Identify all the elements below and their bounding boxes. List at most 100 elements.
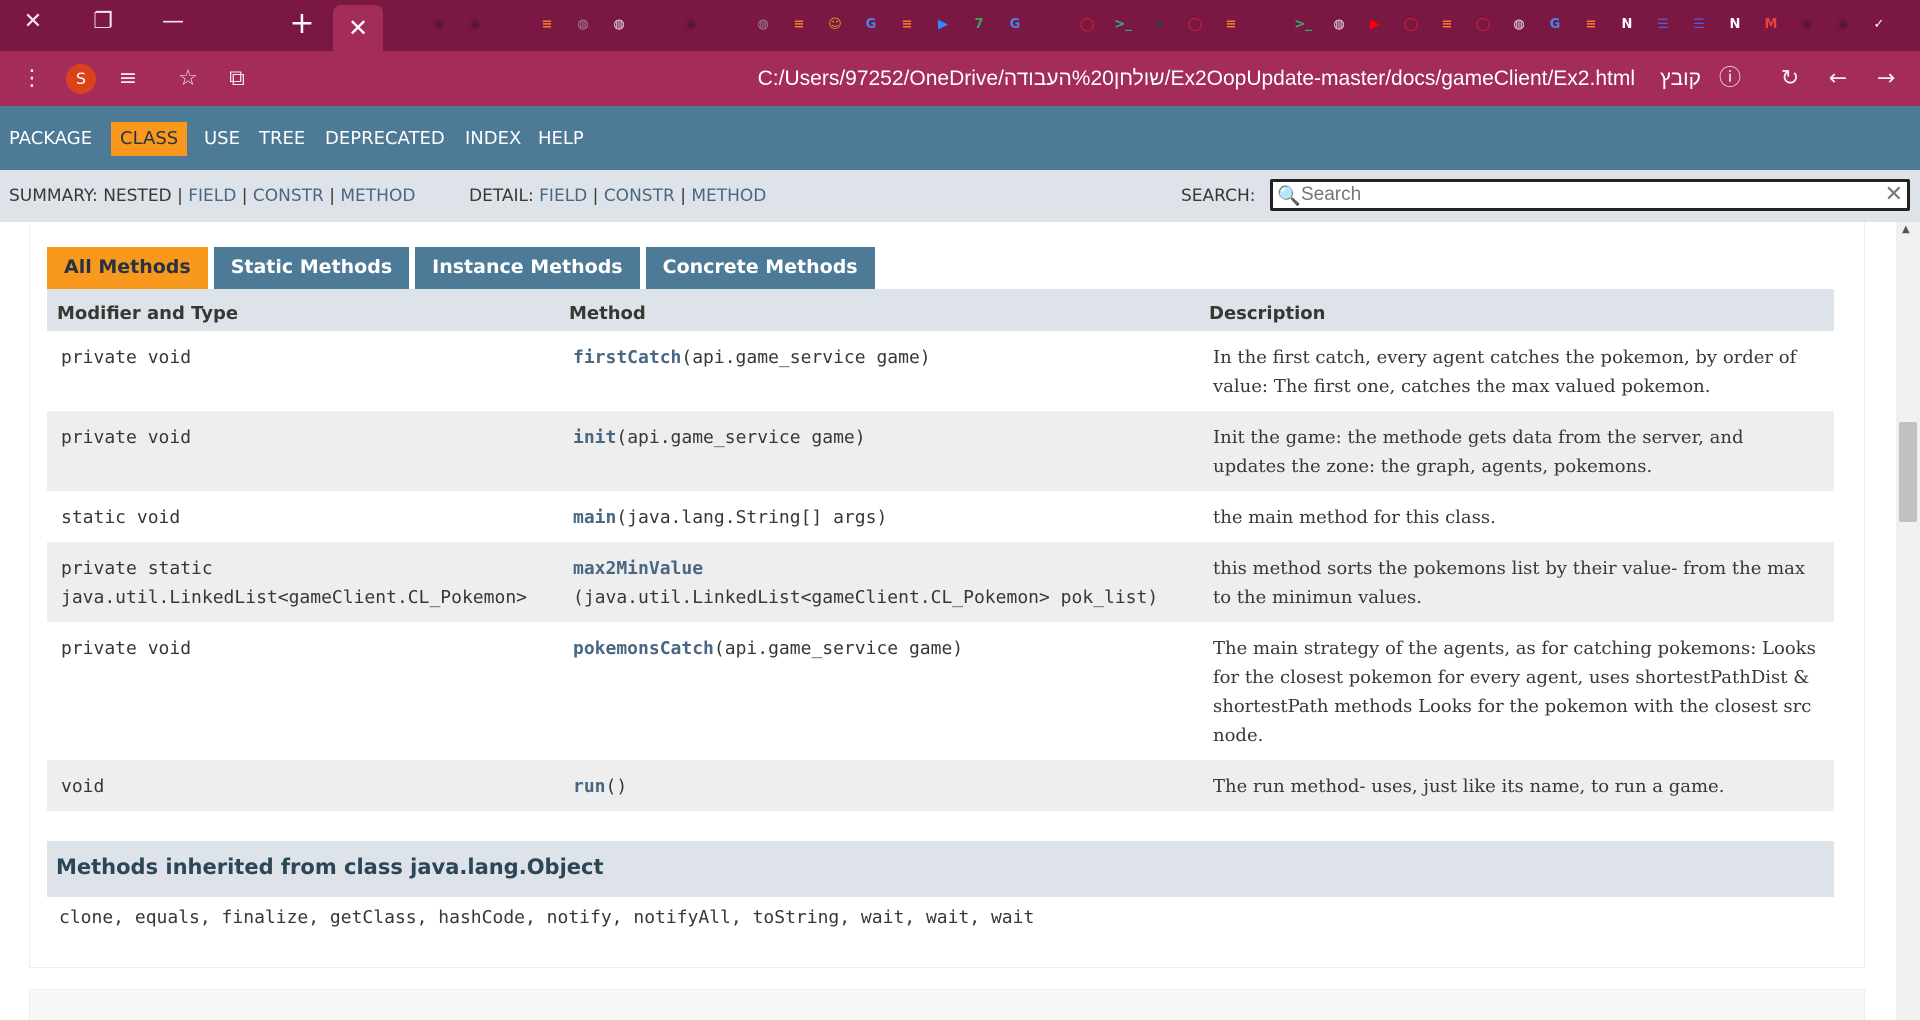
reload-icon[interactable]: ↻ [1772,61,1808,97]
globe-icon[interactable]: ◍ [1506,12,1532,38]
globe-icon[interactable]: ◍ [570,12,596,38]
globe-icon[interactable]: ◍ [1326,12,1352,38]
gmail-icon[interactable]: M [1758,12,1784,38]
github-icon[interactable]: ◉ [678,12,704,38]
google-icon[interactable]: G [858,12,884,38]
method-link[interactable]: pokemonsCatch [573,638,714,659]
new-tab-button[interactable]: + [282,4,322,44]
menu-icon[interactable]: ⋮ [14,61,50,97]
github-icon[interactable]: ◉ [1830,12,1856,38]
loading-icon[interactable]: ↻ [714,12,740,38]
notion-icon[interactable]: N [1722,12,1748,38]
detail-links: DETAIL: FIELD | CONSTR | METHOD [469,186,766,206]
close-window-icon[interactable]: ✕ [0,0,66,44]
nav-tree[interactable]: TREE [259,122,305,156]
col-header-modifier: Modifier and Type [47,289,559,331]
method-link[interactable]: init [573,427,616,448]
avatar[interactable]: S [66,64,96,94]
stackoverflow-icon[interactable]: ≡ [1218,12,1244,38]
tab-concrete-methods[interactable]: Concrete Methods [645,247,875,289]
nav-use[interactable]: USE [204,122,240,156]
bookmark-star-icon[interactable]: ☆ [170,61,206,97]
page-scrollbar[interactable]: ▲ [1896,222,1920,1020]
github-icon[interactable]: ◉ [462,12,488,38]
summary-constr-link[interactable]: CONSTR [253,186,324,206]
scroll-thumb[interactable] [1899,422,1917,522]
loading-icon[interactable]: ↻ [1254,12,1280,38]
stackoverflow-icon[interactable]: ≡ [1434,12,1460,38]
method-link[interactable]: main [573,507,616,528]
avatar-icon[interactable]: ☺ [822,12,848,38]
check-icon[interactable]: ✓ [1866,12,1892,38]
detail-method-link[interactable]: METHOD [691,186,766,206]
loading-icon[interactable]: ↻ [498,12,524,38]
terminal-icon[interactable]: >_ [1290,12,1316,38]
oracle-icon[interactable]: ◯ [1074,12,1100,38]
detail-field-link[interactable]: FIELD [539,186,587,206]
notion-icon[interactable]: N [1614,12,1640,38]
stackoverflow-icon[interactable]: ≡ [786,12,812,38]
summary-field-link[interactable]: FIELD [188,186,236,206]
detail-constr-link[interactable]: CONSTR [604,186,675,206]
method-params: (api.game_service game) [713,638,964,659]
zoom-icon[interactable]: ▶ [930,12,956,38]
oracle-icon[interactable]: ◯ [1470,12,1496,38]
address-bar[interactable]: C:/Users/97252/OneDrive/שולחן%20העבודה/E… [700,64,1635,94]
method-params: () [605,776,628,797]
method-link[interactable]: firstCatch [573,347,681,368]
loading-icon[interactable]: ↻ [642,12,668,38]
globe-icon[interactable]: ◍ [750,12,776,38]
google-icon[interactable]: G [1002,12,1028,38]
number-icon[interactable]: 7 [966,12,992,38]
nav-class[interactable]: CLASS [111,122,188,156]
stackoverflow-icon[interactable]: ≡ [894,12,920,38]
method-signature: init(api.game_service game) [559,411,1199,491]
oracle-icon[interactable]: ◯ [1182,12,1208,38]
active-tab-close-icon[interactable]: ✕ [333,5,383,51]
back-icon[interactable]: ← [1820,61,1856,97]
forward-icon[interactable]: → [1868,61,1904,97]
nav-deprecated[interactable]: DEPRECATED [325,122,445,156]
list-icon[interactable]: ☰ [1686,12,1712,38]
restore-window-icon[interactable]: ❐ [70,0,136,44]
github-icon[interactable]: ◉ [1794,12,1820,38]
playlist-icon[interactable]: ≡ [110,61,146,97]
nav-package[interactable]: PACKAGE [9,122,92,156]
separator: | [241,186,248,206]
method-tabs: All Methods Static Methods Instance Meth… [47,247,881,289]
search-input[interactable] [1301,183,1871,207]
method-description: In the first catch, every agent catches … [1199,331,1834,411]
method-link[interactable]: run [573,776,606,797]
globe-icon[interactable]: ◍ [606,12,632,38]
method-signature: run() [559,760,1199,811]
method-link[interactable]: max2MinValue [573,558,703,579]
loading-icon[interactable]: ↻ [1038,12,1064,38]
github-icon[interactable]: ◉ [426,12,452,38]
terminal-icon[interactable]: >_ [1110,12,1136,38]
clear-search-icon[interactable]: ✕ [1885,182,1903,207]
google-icon[interactable]: G [1542,12,1568,38]
scroll-up-icon[interactable]: ▲ [1902,224,1910,235]
site-info-icon[interactable]: ⓘ [1712,61,1748,97]
youtube-icon[interactable]: ▶ [1362,12,1388,38]
diamond-icon[interactable]: ◈ [1146,12,1172,38]
cast-icon[interactable]: ⧉ [219,61,255,97]
list-icon[interactable]: ☰ [1650,12,1676,38]
oracle-icon[interactable]: ◯ [1398,12,1424,38]
tab-static-methods[interactable]: Static Methods [213,247,410,289]
loading-icon[interactable]: ↻ [390,12,416,38]
method-description: the main method for this class. [1199,491,1834,542]
inherited-methods-heading: Methods inherited from class java.lang.O… [47,841,1834,897]
method-modifier: private void [47,622,559,760]
tab-all-methods[interactable]: All Methods [47,247,208,289]
minimize-window-icon[interactable]: — [140,0,206,44]
col-header-method: Method [559,289,1199,331]
tab-instance-methods[interactable]: Instance Methods [415,247,640,289]
summary-nested: NESTED [103,186,172,206]
stackoverflow-icon[interactable]: ≡ [1578,12,1604,38]
nav-help[interactable]: HELP [538,122,584,156]
stackoverflow-icon[interactable]: ≡ [534,12,560,38]
summary-method-link[interactable]: METHOD [340,186,415,206]
method-params: (api.game_service game) [616,427,866,448]
nav-index[interactable]: INDEX [465,122,521,156]
